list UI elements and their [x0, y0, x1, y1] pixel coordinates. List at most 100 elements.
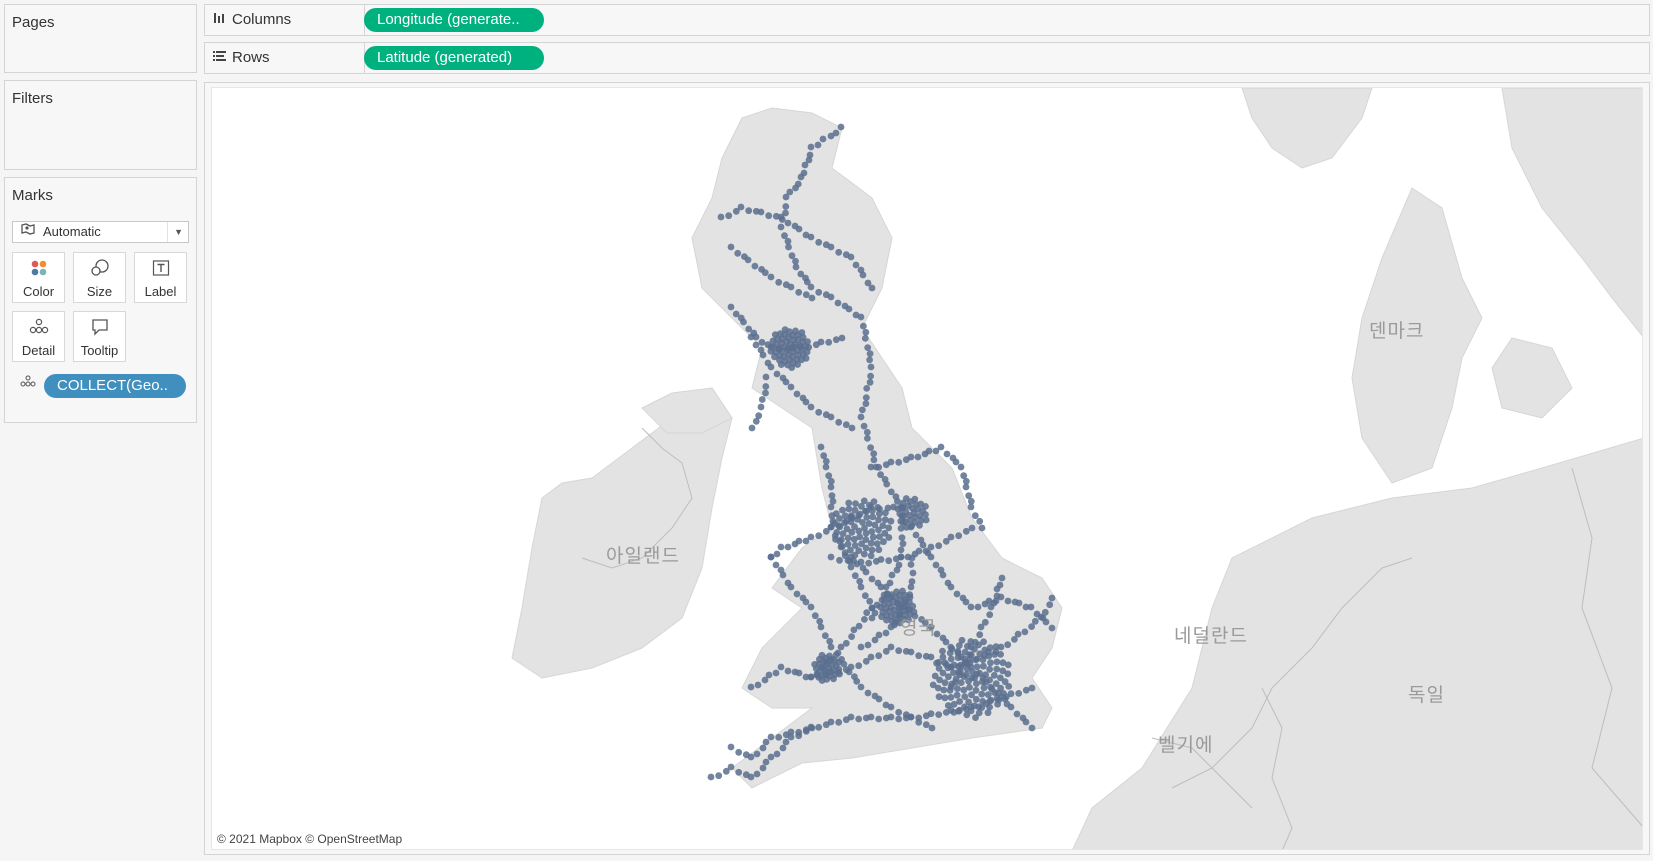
- tooltip-button[interactable]: Tooltip: [73, 311, 126, 362]
- filters-title: Filters: [12, 90, 53, 107]
- station-mark: [876, 510, 883, 518]
- station-mark: [801, 161, 809, 169]
- station-mark: [990, 672, 998, 679]
- station-mark: [715, 772, 723, 780]
- station-mark: [907, 561, 915, 568]
- station-mark: [747, 683, 755, 691]
- station-mark: [781, 232, 788, 240]
- station-mark: [947, 655, 955, 663]
- station-mark: [1022, 718, 1030, 726]
- map-attribution[interactable]: © 2021 Mapbox © OpenStreetMap: [217, 832, 402, 846]
- station-mark: [866, 350, 874, 358]
- latitude-pill[interactable]: Latitude (generated): [364, 46, 544, 70]
- station-mark: [803, 348, 811, 356]
- station-mark: [815, 288, 823, 296]
- station-mark: [787, 733, 795, 741]
- station-mark: [953, 590, 961, 598]
- size-button[interactable]: Size: [73, 252, 126, 303]
- station-mark: [860, 550, 868, 558]
- chevron-down-icon[interactable]: ▼: [174, 222, 183, 242]
- label-label: Label: [144, 284, 177, 299]
- station-mark: [753, 750, 761, 758]
- station-mark: [831, 519, 839, 527]
- station-mark: [870, 498, 878, 505]
- station-mark: [759, 351, 767, 359]
- station-mark: [827, 503, 835, 511]
- label-button[interactable]: Label: [134, 252, 187, 303]
- station-mark: [866, 597, 874, 605]
- station-mark: [759, 764, 767, 772]
- station-mark: [807, 283, 815, 291]
- station-mark: [950, 661, 958, 669]
- station-mark: [870, 456, 878, 464]
- station-mark: [1041, 608, 1049, 616]
- filters-card[interactable]: Filters: [4, 80, 197, 170]
- columns-label-text: Columns: [232, 11, 292, 28]
- station-mark: [996, 581, 1004, 589]
- station-mark: [958, 636, 966, 644]
- station-mark: [832, 510, 840, 517]
- station-mark: [851, 551, 859, 559]
- station-mark: [867, 363, 875, 371]
- station-mark: [847, 663, 855, 671]
- station-mark: [837, 123, 845, 131]
- station-mark: [785, 243, 792, 251]
- station-mark: [953, 691, 961, 699]
- station-mark: [957, 463, 965, 471]
- station-mark: [915, 652, 923, 660]
- station-mark: [740, 318, 747, 326]
- station-mark: [856, 577, 864, 585]
- station-mark: [815, 238, 823, 246]
- station-mark: [993, 695, 1001, 702]
- station-mark: [777, 543, 785, 551]
- rail-station-marks: [707, 123, 1056, 781]
- station-mark: [986, 697, 994, 705]
- station-mark: [986, 665, 993, 673]
- station-mark: [1001, 695, 1009, 703]
- station-mark: [757, 403, 765, 411]
- station-mark: [795, 225, 803, 233]
- mark-type-dropdown[interactable]: Automatic ▼: [12, 221, 189, 243]
- station-mark: [868, 284, 876, 292]
- detail-button[interactable]: Detail: [12, 311, 65, 362]
- station-mark: [954, 685, 961, 692]
- station-mark: [822, 463, 830, 471]
- station-mark: [795, 669, 803, 677]
- pages-card[interactable]: Pages: [4, 4, 197, 73]
- station-mark: [787, 583, 795, 591]
- station-mark: [754, 681, 762, 689]
- station-mark: [1015, 599, 1023, 607]
- station-mark: [899, 587, 906, 595]
- station-mark: [976, 669, 983, 677]
- station-mark: [725, 212, 733, 220]
- station-mark: [875, 715, 883, 723]
- longitude-pill[interactable]: Longitude (generate..: [364, 8, 544, 32]
- station-mark: [758, 338, 766, 346]
- station-mark: [998, 574, 1006, 582]
- station-mark: [888, 571, 896, 579]
- station-mark: [885, 524, 893, 532]
- rows-shelf[interactable]: Rows Latitude (generated): [204, 42, 1650, 74]
- station-mark: [907, 648, 915, 656]
- station-mark: [935, 711, 943, 718]
- station-mark: [773, 550, 781, 558]
- station-mark: [961, 648, 969, 656]
- collect-geometry-pill[interactable]: COLLECT(Geo..: [44, 374, 186, 398]
- station-mark: [933, 659, 940, 667]
- station-mark: [734, 249, 742, 257]
- color-button[interactable]: Color: [12, 252, 65, 303]
- columns-shelf[interactable]: Columns Longitude (generate..: [204, 4, 1650, 36]
- rows-icon: [213, 43, 226, 73]
- station-mark: [874, 504, 882, 511]
- station-mark: [795, 288, 803, 296]
- station-mark: [852, 500, 859, 507]
- country-label-netherlands: 네덜란드: [1174, 626, 1248, 647]
- station-mark: [1007, 703, 1015, 711]
- marks-card: Marks Automatic ▼ Color Size Label Detai…: [4, 177, 197, 423]
- station-mark: [919, 541, 927, 549]
- station-mark: [861, 592, 869, 600]
- station-mark: [795, 732, 803, 740]
- station-mark: [819, 135, 827, 143]
- map-view[interactable]: 아일랜드 영국 네덜란드 벨기에 독일 덴마크 © 2021 Mapbox © …: [211, 87, 1643, 850]
- station-mark: [893, 588, 900, 596]
